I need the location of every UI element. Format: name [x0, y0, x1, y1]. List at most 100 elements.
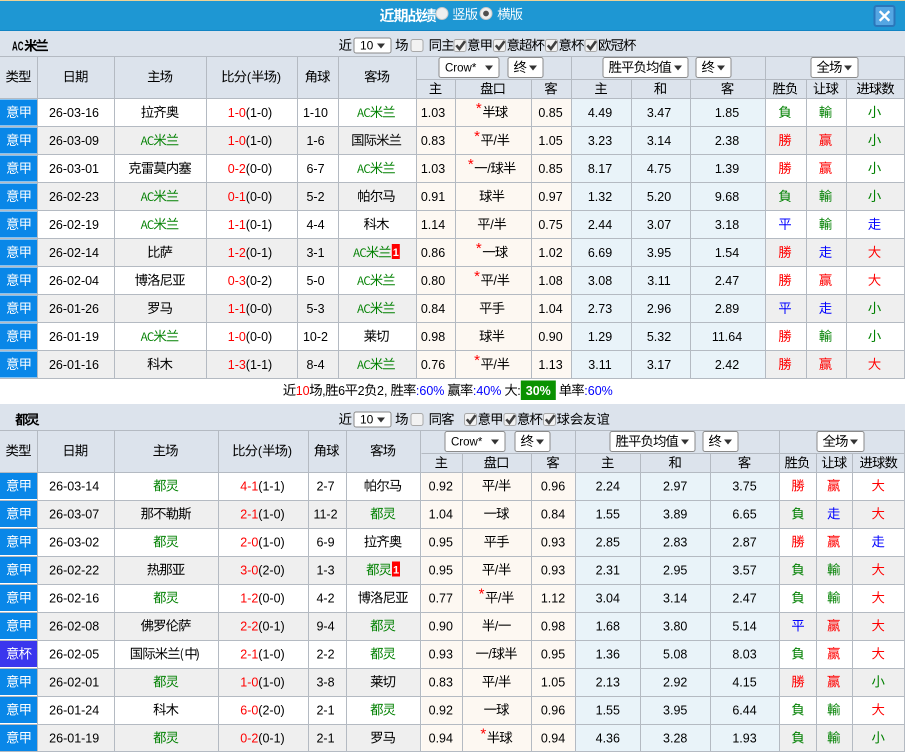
svg-text:1-1: 1-1 [228, 218, 246, 232]
svg-text:8.17: 8.17 [588, 162, 612, 176]
svg-text:1.14: 1.14 [421, 218, 445, 232]
svg-text:2.73: 2.73 [588, 302, 612, 316]
svg-text:/: / [495, 619, 499, 633]
svg-text:0.93: 0.93 [429, 647, 453, 661]
svg-text:0.86: 0.86 [421, 246, 445, 260]
svg-text:10-2: 10-2 [303, 330, 328, 344]
svg-text:(0-0): (0-0) [246, 162, 272, 176]
svg-text:26-03-09: 26-03-09 [49, 134, 99, 148]
svg-text:9-4: 9-4 [316, 619, 334, 633]
svg-text:3.23: 3.23 [588, 134, 612, 148]
svg-text:5.20: 5.20 [647, 190, 671, 204]
svg-text:1.04: 1.04 [538, 302, 562, 316]
svg-text:AC: AC [12, 39, 24, 53]
svg-text::60%: :60% [584, 384, 613, 398]
svg-text:4.15: 4.15 [732, 675, 756, 689]
svg-text:(1-1): (1-1) [258, 479, 284, 493]
svg-text:0.98: 0.98 [421, 330, 445, 344]
svg-text:2.13: 2.13 [596, 675, 620, 689]
svg-text:(0-0): (0-0) [246, 302, 272, 316]
svg-text:6.69: 6.69 [588, 246, 612, 260]
svg-text:0.95: 0.95 [429, 535, 453, 549]
svg-text:6-0: 6-0 [240, 703, 258, 717]
svg-text:/: / [493, 358, 497, 372]
svg-text:/: / [495, 675, 499, 689]
svg-text:3.14: 3.14 [647, 134, 671, 148]
svg-text:0.96: 0.96 [541, 703, 565, 717]
svg-text:3.95: 3.95 [647, 246, 671, 260]
svg-text:26-02-23: 26-02-23 [49, 190, 99, 204]
svg-text:3.11: 3.11 [647, 274, 670, 288]
svg-text:(1-0): (1-0) [246, 134, 272, 148]
svg-text:2.87: 2.87 [732, 535, 756, 549]
svg-text:*: * [474, 352, 480, 369]
svg-text:0.96: 0.96 [541, 479, 565, 493]
svg-text:30%: 30% [526, 384, 551, 398]
svg-text:1.03: 1.03 [421, 106, 445, 120]
svg-text:4-2: 4-2 [316, 591, 334, 605]
svg-text:3-8: 3-8 [316, 675, 334, 689]
svg-text:26-01-16: 26-01-16 [49, 358, 99, 372]
svg-text:/: / [490, 218, 494, 232]
svg-text:11.64: 11.64 [712, 330, 742, 344]
svg-text:26-02-16: 26-02-16 [49, 591, 99, 605]
svg-text:26-01-19: 26-01-19 [49, 330, 99, 344]
svg-text:*: * [476, 240, 482, 257]
svg-text:/: / [498, 591, 502, 605]
svg-text:3.75: 3.75 [732, 479, 756, 493]
svg-text:6: 6 [338, 384, 345, 398]
svg-text:2-0: 2-0 [240, 535, 258, 549]
svg-text:3-1: 3-1 [306, 246, 324, 260]
svg-text:1-2: 1-2 [240, 591, 258, 605]
svg-text:3.04: 3.04 [596, 591, 620, 605]
svg-text:2.31: 2.31 [596, 563, 620, 577]
svg-text:0.94: 0.94 [541, 731, 565, 745]
svg-text:2: 2 [358, 384, 365, 398]
svg-text:(0-0): (0-0) [246, 330, 272, 344]
svg-text:0.84: 0.84 [541, 507, 565, 521]
svg-text:/: / [495, 563, 499, 577]
svg-text:3.95: 3.95 [663, 703, 687, 717]
svg-text::60%: :60% [416, 384, 445, 398]
svg-text:(1-0): (1-0) [258, 535, 284, 549]
svg-text:(1-1): (1-1) [246, 358, 272, 372]
svg-text:1.32: 1.32 [588, 190, 612, 204]
svg-text:8.03: 8.03 [732, 647, 756, 661]
svg-text:Crow*: Crow* [451, 437, 483, 449]
svg-text:1-0: 1-0 [240, 675, 258, 689]
svg-text:26-03-16: 26-03-16 [49, 106, 99, 120]
svg-text:0-1: 0-1 [228, 190, 246, 204]
svg-text:/: / [495, 479, 499, 493]
svg-text:1.29: 1.29 [588, 330, 612, 344]
svg-text:Crow*: Crow* [445, 63, 477, 75]
svg-text:0.76: 0.76 [421, 358, 445, 372]
svg-text:26-02-22: 26-02-22 [49, 563, 99, 577]
svg-text:26-03-07: 26-03-07 [49, 507, 99, 521]
svg-text:0-3: 0-3 [228, 274, 246, 288]
svg-text:0-2: 0-2 [228, 162, 246, 176]
svg-text:5-0: 5-0 [306, 274, 324, 288]
svg-text:2.44: 2.44 [588, 218, 612, 232]
svg-text:3.57: 3.57 [732, 563, 756, 577]
svg-text:4.36: 4.36 [596, 731, 620, 745]
svg-text:2.85: 2.85 [596, 535, 620, 549]
svg-text:(2-0): (2-0) [258, 563, 284, 577]
svg-text:4-4: 4-4 [306, 218, 324, 232]
svg-text:0.83: 0.83 [421, 134, 445, 148]
svg-text:1.55: 1.55 [596, 703, 620, 717]
svg-text:1.85: 1.85 [715, 106, 739, 120]
svg-text:26-01-19: 26-01-19 [49, 731, 99, 745]
svg-text:/: / [493, 274, 497, 288]
svg-text:1-0: 1-0 [228, 134, 246, 148]
svg-text:0.83: 0.83 [429, 675, 453, 689]
svg-text:1.54: 1.54 [715, 246, 739, 260]
svg-text:0.95: 0.95 [429, 563, 453, 577]
svg-text:0.98: 0.98 [541, 619, 565, 633]
svg-text:2.83: 2.83 [663, 535, 687, 549]
svg-text:6.65: 6.65 [732, 507, 756, 521]
svg-text:(0-0): (0-0) [258, 591, 284, 605]
svg-text:2.89: 2.89 [715, 302, 739, 316]
svg-text:2-1: 2-1 [316, 731, 334, 745]
svg-text:26-01-26: 26-01-26 [49, 302, 99, 316]
svg-text:10: 10 [360, 413, 374, 427]
